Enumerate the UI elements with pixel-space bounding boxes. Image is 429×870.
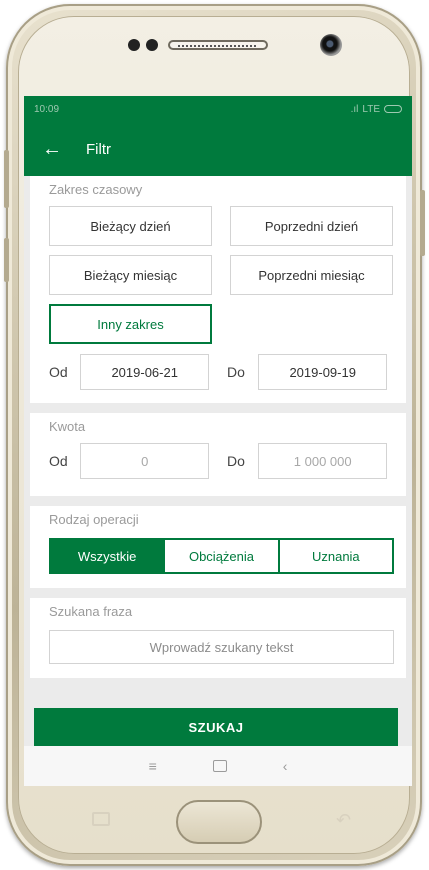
proximity-sensor (128, 39, 140, 51)
nav-recent-icon[interactable]: ≡ (149, 758, 157, 774)
time-range-section: Zakres czasowy Bieżący dzień Poprzedni d… (30, 176, 406, 403)
light-sensor (146, 39, 158, 51)
date-range-row: Od 2019-06-21 Do 2019-09-19 (49, 354, 387, 390)
to-label: Do (227, 364, 245, 380)
option-previous-day[interactable]: Poprzedni dzień (230, 206, 393, 246)
from-label: Od (49, 364, 68, 380)
time-range-options: Bieżący dzień Poprzedni dzień Bieżący mi… (49, 206, 393, 344)
nav-home-icon[interactable] (212, 760, 227, 772)
network-type: LTE (362, 103, 380, 115)
system-nav-bar: ≡ ‹ (24, 746, 412, 786)
earpiece-speaker (168, 40, 268, 50)
option-debits[interactable]: Obciążenia (163, 540, 277, 572)
amount-range-row: Od 0 Do 1 000 000 (49, 443, 387, 479)
back-arrow-icon[interactable]: ← (42, 139, 72, 159)
section-title: Rodzaj operacji (49, 512, 139, 527)
front-camera (320, 34, 342, 56)
option-all[interactable]: Wszystkie (51, 540, 164, 572)
bixby-button (4, 238, 9, 282)
option-current-month[interactable]: Bieżący miesiąc (49, 255, 212, 295)
back-key-icon: ↶ (336, 810, 352, 830)
from-label: Od (49, 453, 68, 469)
search-input[interactable]: Wprowadź szukany tekst (49, 630, 394, 664)
option-current-day[interactable]: Bieżący dzień (49, 206, 212, 246)
section-title: Zakres czasowy (49, 182, 143, 197)
volume-button (4, 150, 9, 208)
signal-icon: .ıl (350, 103, 359, 115)
page-title: Filtr (86, 140, 111, 158)
screen: 10:09 .ıl LTE ← Filtr Zakres czasowy Bie… (24, 96, 412, 746)
status-bar: 10:09 .ıl LTE (24, 96, 412, 122)
search-section: Szukana fraza Wprowadź szukany tekst (30, 598, 406, 678)
home-key (176, 800, 262, 844)
search-button[interactable]: SZUKAJ (34, 708, 398, 746)
power-button (420, 190, 425, 256)
option-credits[interactable]: Uznania (277, 540, 392, 572)
app-bar: ← Filtr (24, 122, 412, 176)
date-from-field[interactable]: 2019-06-21 (80, 354, 209, 390)
battery-icon (384, 105, 402, 113)
to-label: Do (227, 453, 245, 469)
operation-type-toggle: Wszystkie Obciążenia Uznania (49, 538, 394, 574)
date-to-field[interactable]: 2019-09-19 (258, 354, 387, 390)
amount-section: Kwota Od 0 Do 1 000 000 (30, 413, 406, 496)
option-custom-range[interactable]: Inny zakres (49, 304, 212, 344)
operation-type-section: Rodzaj operacji Wszystkie Obciążenia Uzn… (30, 506, 406, 588)
section-title: Kwota (49, 419, 86, 434)
option-previous-month[interactable]: Poprzedni miesiąc (230, 255, 393, 295)
recent-apps-key-icon (92, 812, 110, 826)
status-time: 10:09 (34, 103, 60, 115)
status-icons: .ıl LTE (351, 104, 402, 115)
nav-back-icon[interactable]: ‹ (283, 758, 288, 774)
amount-from-field[interactable]: 0 (80, 443, 209, 479)
amount-to-field[interactable]: 1 000 000 (258, 443, 387, 479)
section-title: Szukana fraza (49, 604, 133, 619)
